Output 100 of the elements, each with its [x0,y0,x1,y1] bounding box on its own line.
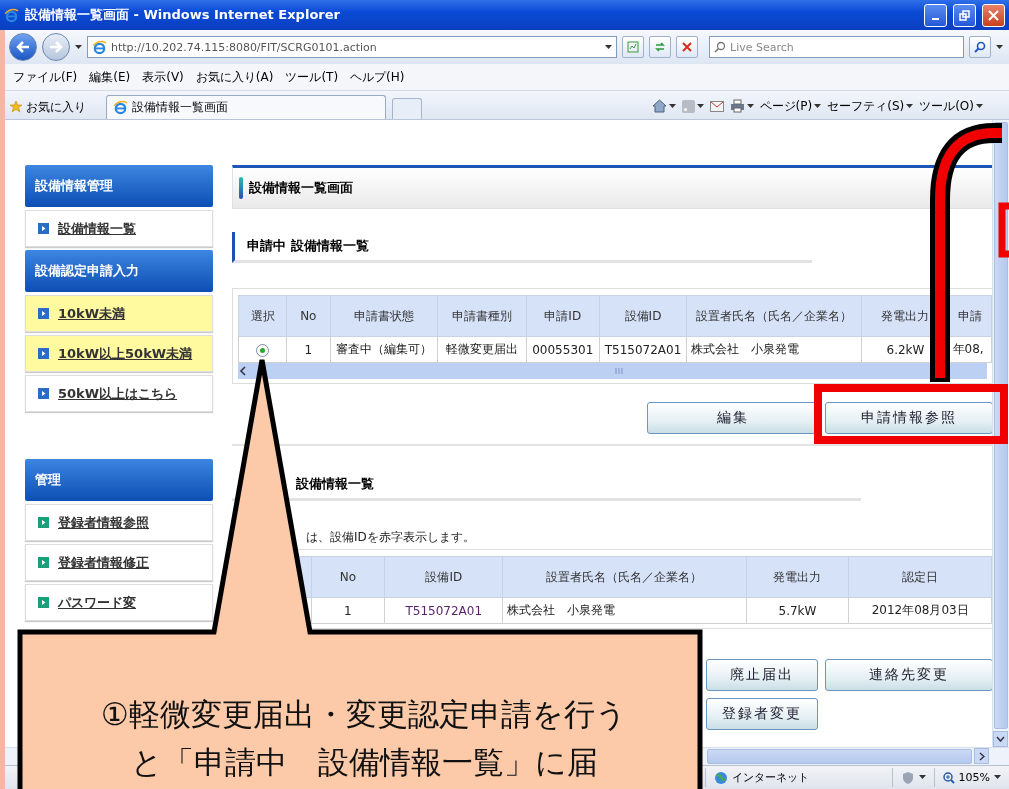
mail-button[interactable] [709,100,724,112]
sidebar-link[interactable]: 50kW以上はこちら [58,384,178,403]
sidebar-item[interactable]: 登録者情報参照 [25,504,213,541]
sidebar-link[interactable]: 登録者情報修正 [58,553,149,572]
caret-icon [994,775,1001,780]
page-horizontal-scrollbar[interactable] [705,748,989,765]
sidebar-link[interactable]: 10kW未満 [58,304,126,323]
table-cell: 1 [286,336,330,363]
search-field[interactable]: Live Search [709,36,964,58]
caret-icon [814,103,822,109]
table-cell: 1 [311,597,385,624]
feeds-button[interactable] [681,99,704,113]
column-header: 選択 [238,295,287,337]
command-menu[interactable]: ページ(P) [759,97,822,115]
command-menu[interactable]: セーフティ(S) [827,97,914,115]
caret-icon [906,103,914,109]
close-button[interactable] [982,3,1005,27]
sidebar-heading: 設備認定申請入力 [25,250,213,292]
forward-button[interactable] [42,33,70,61]
refresh-icon [654,41,666,53]
caret-icon [605,44,612,50]
horizontal-scrollbar[interactable] [238,363,987,379]
mail-icon [709,100,724,112]
compatibility-button[interactable] [622,36,644,58]
caret-icon [696,103,704,109]
favorites-button[interactable]: お気に入り [9,95,100,119]
history-caret-icon [75,44,82,50]
note-text: は、設備IDを赤字表示します。 [305,529,476,546]
column-header: No [286,295,330,337]
sidebar-item[interactable]: パスワード変 [25,584,213,621]
action-button[interactable]: 登録者変更 [706,698,818,730]
column-header: 発電出力 [746,556,849,598]
shield-icon [900,770,915,785]
menu-item[interactable]: 編集(E) [89,68,131,86]
print-button[interactable] [729,99,754,113]
highlight-frame [998,202,1009,258]
zone-status: インターネット [704,768,892,787]
menu-item[interactable]: ファイル(F) [13,68,78,86]
zoom-icon [942,771,955,784]
browser-logo-icon [4,7,19,23]
caret-icon [976,103,983,109]
menu-item[interactable]: 表示(V) [142,68,184,86]
home-button[interactable] [651,99,676,113]
menu-item[interactable]: お気に入り(A) [195,68,274,86]
minimize-button[interactable] [924,3,947,27]
grip-icon [613,368,624,374]
column-header: 申請書種別 [437,295,527,337]
action-button[interactable]: 連絡先変更 [825,659,992,691]
sidebar-link[interactable]: 設備情報一覧 [58,219,136,238]
column-header: 設置者氏名（氏名／企業名） [502,556,747,598]
stop-button[interactable] [676,36,698,58]
back-arrow-icon [16,41,30,53]
table-cell: 株式会社 小泉発電 [686,336,862,363]
command-menu[interactable]: ツール(O) [919,97,983,115]
sidebar-item[interactable]: 登録者情報修正 [25,544,213,581]
search-icon [714,41,726,53]
feed-icon [681,99,695,113]
menu-item[interactable]: ツール(T) [285,68,339,86]
action-button[interactable]: 申請情報参照 [825,402,992,434]
column-header: No [311,556,385,598]
browser-logo-icon [92,39,107,55]
column-header: 設備ID [384,556,503,598]
section-heading: 申請中 設備情報一覧 [232,232,812,263]
printer-icon [729,99,745,113]
home-icon [651,99,667,113]
sidebar-heading: 管理 [25,459,213,501]
table-cell: 年08, [949,336,992,363]
forward-arrow-icon [49,41,63,53]
browser-tab[interactable]: 設備情報一覧画面 [106,95,386,119]
table-cell: T515072A01 [384,597,503,624]
menu-item[interactable]: ヘルプ(H) [350,68,405,86]
action-button[interactable]: 廃止届出 [706,659,818,691]
address-field[interactable]: http://10.202.74.115:8080/FIT/SCRG0101.action [87,36,617,58]
browser-logo-icon [113,100,128,115]
column-header: 認定日 [848,556,992,598]
sidebar-link[interactable]: 10kW以上50kW未満 [58,344,193,363]
table-cell: 審査中（編集可） [330,336,438,363]
table-cell: 軽微変更届出 [437,336,527,363]
sidebar-link[interactable]: 登録者情報参照 [58,513,149,532]
row-radio[interactable] [256,344,270,357]
sidebar-link[interactable]: パスワード変 [58,593,136,612]
sidebar-item[interactable]: 設備情報一覧 [25,210,213,247]
refresh-button[interactable] [649,36,671,58]
search-button[interactable] [969,36,991,58]
caret-icon [918,775,926,780]
sidebar-item[interactable]: 10kW以上50kW未満 [25,335,213,372]
sidebar-heading: 設備情報管理 [25,165,213,207]
search-options-caret-icon [996,44,1003,50]
table-cell: T515072A01 [599,336,687,363]
tooltip-text: ①軽微変更届出・変更認定申請を行う [101,695,627,734]
restore-icon [959,9,970,21]
zoom-button[interactable]: 105% [933,768,1009,787]
restore-button[interactable] [953,3,976,27]
column-header: 設備ID [599,295,687,337]
sidebar-item[interactable]: 50kW以上はこちら [25,375,213,412]
back-button[interactable] [9,33,37,61]
sidebar-item[interactable]: 10kW未満 [25,295,213,332]
table-cell: 00055301 [526,336,600,363]
close-icon [988,9,999,21]
caret-icon [668,103,676,109]
